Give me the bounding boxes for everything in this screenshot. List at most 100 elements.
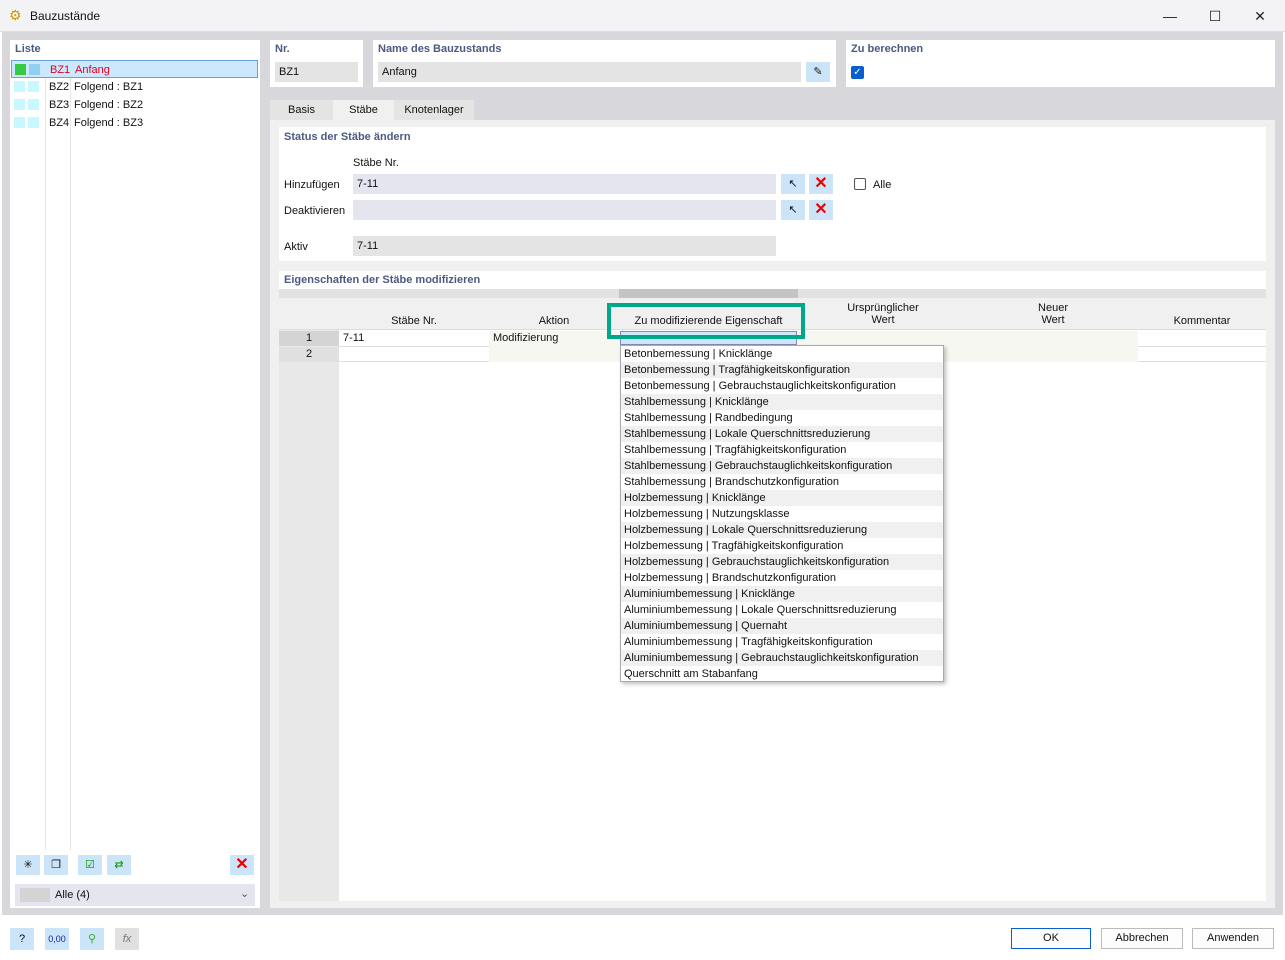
clear-deactivate-button[interactable]: ✕ bbox=[809, 200, 833, 220]
status-color-icon bbox=[15, 64, 26, 75]
dropdown-option[interactable]: Stahlbemessung | Gebrauchstauglichkeitsk… bbox=[621, 458, 943, 474]
dropdown-option[interactable]: Stahlbemessung | Brandschutzkonfiguratio… bbox=[621, 474, 943, 490]
function-icon[interactable]: fx bbox=[115, 928, 139, 950]
tab-staebe[interactable]: Stäbe bbox=[333, 100, 394, 120]
type-color-icon bbox=[28, 99, 39, 110]
list-item[interactable]: BZ3 Folgend : BZ2 bbox=[11, 96, 258, 114]
dropdown-option[interactable]: Holzbemessung | Brandschutzkonfiguration bbox=[621, 570, 943, 586]
list-item[interactable]: BZ2 Folgend : BZ1 bbox=[11, 78, 258, 96]
col-comment[interactable]: Kommentar bbox=[1138, 315, 1266, 327]
dropdown-option[interactable]: Holzbemessung | Nutzungsklasse bbox=[621, 506, 943, 522]
nr-panel: Nr. BZ1 bbox=[270, 40, 363, 87]
highlight-box bbox=[607, 303, 805, 339]
dropdown-option[interactable]: Holzbemessung | Knicklänge bbox=[621, 490, 943, 506]
nr-label: Nr. bbox=[275, 43, 290, 55]
list-item-id: BZ2 bbox=[49, 81, 70, 93]
all-label: Alle bbox=[873, 179, 892, 191]
type-color-icon bbox=[28, 81, 39, 92]
apply-button[interactable]: Anwenden bbox=[1192, 928, 1274, 949]
tab-knotenlager[interactable]: Knotenlager bbox=[394, 100, 474, 120]
pick-members-add-icon[interactable]: ↖ bbox=[781, 174, 805, 194]
dropdown-option[interactable]: Aluminiumbemessung | Tragfähigkeitskonfi… bbox=[621, 634, 943, 650]
dropdown-option[interactable]: Holzbemessung | Tragfähigkeitskonfigurat… bbox=[621, 538, 943, 554]
property-dropdown-list[interactable]: Betonbemessung | Knicklänge Betonbemessun… bbox=[620, 345, 944, 682]
active-label: Aktiv bbox=[284, 241, 308, 253]
row-number: 2 bbox=[279, 347, 339, 362]
new-item-button[interactable]: ✳ bbox=[16, 855, 40, 875]
col-action[interactable]: Aktion bbox=[489, 315, 619, 327]
clear-add-button[interactable]: ✕ bbox=[809, 174, 833, 194]
tab-basis[interactable]: Basis bbox=[270, 100, 333, 120]
col-members[interactable]: Stäbe Nr. bbox=[339, 315, 489, 327]
maximize-button[interactable]: ☐ bbox=[1193, 4, 1237, 28]
list-item-name: Folgend : BZ3 bbox=[74, 117, 144, 129]
dropdown-option[interactable]: Holzbemessung | Lokale Querschnittsreduz… bbox=[621, 522, 943, 538]
status-color-icon bbox=[14, 99, 25, 110]
col-new-line1: Neuer bbox=[1038, 302, 1068, 314]
list-item-id: BZ1 bbox=[50, 64, 71, 76]
dropdown-option[interactable]: Stahlbemessung | Tragfähigkeitskonfigura… bbox=[621, 442, 943, 458]
dropdown-option[interactable]: Holzbemessung | Gebrauchstauglichkeitsko… bbox=[621, 554, 943, 570]
type-color-icon bbox=[29, 64, 40, 75]
dropdown-option[interactable]: Betonbemessung | Knicklänge bbox=[621, 346, 943, 362]
dropdown-option[interactable]: Stahlbemessung | Lokale Querschnittsredu… bbox=[621, 426, 943, 442]
deactivate-members-input[interactable] bbox=[353, 200, 776, 220]
units-icon[interactable]: 0,00 bbox=[45, 928, 69, 950]
cell-members[interactable]: 7-11 bbox=[343, 332, 364, 344]
list-item-id: BZ4 bbox=[49, 117, 70, 129]
help-icon[interactable]: ? bbox=[10, 928, 34, 950]
status-header: Status der Stäbe ändern bbox=[284, 131, 411, 143]
status-panel: Status der Stäbe ändern Stäbe Nr. Hinzuf… bbox=[279, 127, 1266, 261]
list-item-name: Anfang bbox=[75, 64, 110, 76]
close-button[interactable]: ✕ bbox=[1238, 4, 1282, 28]
col-original-line2: Wert bbox=[871, 314, 895, 326]
all-checkbox[interactable] bbox=[854, 178, 866, 190]
delete-button[interactable]: ✕ bbox=[230, 855, 254, 875]
calc-checkbox[interactable]: ✓ bbox=[851, 66, 864, 79]
toggle-check-button[interactable]: ⇄ bbox=[107, 855, 131, 875]
filter-tree-icon[interactable]: ⚲ bbox=[80, 928, 104, 950]
cancel-button[interactable]: Abbrechen bbox=[1101, 928, 1183, 949]
filter-select[interactable]: Alle (4) ⌄ bbox=[15, 884, 255, 906]
col-new-value[interactable]: Neuer Wert bbox=[968, 302, 1138, 326]
cell-action[interactable]: Modifizierung bbox=[493, 332, 558, 344]
calc-label: Zu berechnen bbox=[851, 43, 924, 55]
pick-members-deactivate-icon[interactable]: ↖ bbox=[781, 200, 805, 220]
status-color-icon bbox=[14, 81, 25, 92]
calc-panel: Zu berechnen ✓ bbox=[846, 40, 1275, 87]
type-color-icon bbox=[28, 117, 39, 128]
dropdown-option[interactable]: Aluminiumbemessung | Gebrauchstauglichke… bbox=[621, 650, 943, 666]
dropdown-option[interactable]: Stahlbemessung | Randbedingung bbox=[621, 410, 943, 426]
list-item[interactable]: BZ1 Anfang bbox=[11, 60, 258, 78]
dropdown-option[interactable]: Betonbemessung | Gebrauchstauglichkeitsk… bbox=[621, 378, 943, 394]
col-original-value[interactable]: Ursprünglicher Wert bbox=[798, 302, 968, 326]
check-all-button[interactable]: ☑ bbox=[78, 855, 102, 875]
title-bar: ⚙ Bauzustände — ☐ ✕ bbox=[0, 0, 1285, 32]
active-members-field: 7-11 bbox=[353, 236, 776, 256]
dropdown-option[interactable]: Querschnitt am Stabanfang bbox=[621, 666, 943, 682]
minimize-button[interactable]: — bbox=[1148, 4, 1192, 28]
list-item-id: BZ3 bbox=[49, 99, 70, 111]
members-col-label: Stäbe Nr. bbox=[353, 157, 399, 169]
edit-name-button[interactable]: ✎ bbox=[806, 62, 830, 82]
list-item-name: Folgend : BZ1 bbox=[74, 81, 144, 93]
name-label: Name des Bauzustands bbox=[378, 43, 502, 55]
row-number: 1 bbox=[279, 331, 339, 346]
chevron-down-icon: ⌄ bbox=[240, 888, 250, 900]
dropdown-option[interactable]: Betonbemessung | Tragfähigkeitskonfigura… bbox=[621, 362, 943, 378]
dropdown-option[interactable]: Aluminiumbemessung | Knicklänge bbox=[621, 586, 943, 602]
name-field[interactable]: Anfang bbox=[378, 62, 801, 82]
list-item[interactable]: BZ4 Folgend : BZ3 bbox=[11, 114, 258, 132]
dropdown-option[interactable]: Aluminiumbemessung | Quernaht bbox=[621, 618, 943, 634]
nr-field[interactable]: BZ1 bbox=[275, 62, 358, 82]
app-icon: ⚙ bbox=[9, 7, 22, 23]
ok-button[interactable]: OK bbox=[1011, 928, 1091, 949]
dropdown-option[interactable]: Stahlbemessung | Knicklänge bbox=[621, 394, 943, 410]
col-original-line1: Ursprünglicher bbox=[847, 302, 919, 314]
list-header: Liste bbox=[15, 43, 41, 55]
dropdown-option[interactable]: Aluminiumbemessung | Lokale Querschnitts… bbox=[621, 602, 943, 618]
list-item-name: Folgend : BZ2 bbox=[74, 99, 144, 111]
deactivate-label: Deaktivieren bbox=[284, 205, 346, 217]
copy-item-button[interactable]: ❐ bbox=[44, 855, 68, 875]
add-members-input[interactable]: 7-11 bbox=[353, 174, 776, 194]
